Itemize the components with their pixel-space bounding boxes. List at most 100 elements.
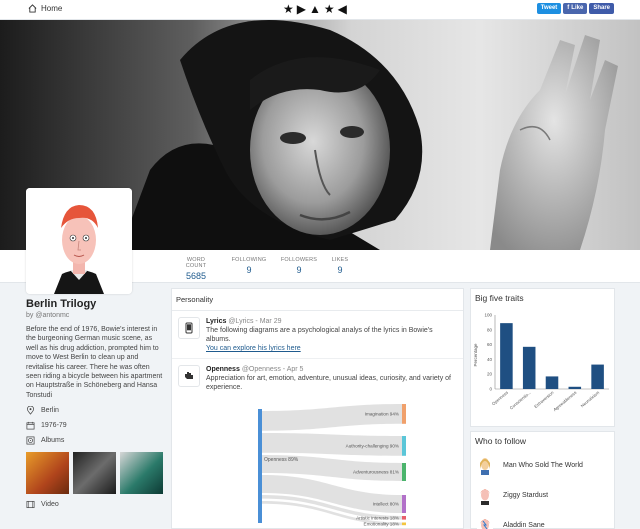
big-five-card: Big five traits Percentage 0 20 40 60 80 100 … [470, 288, 615, 427]
sankey-target-label: Emotionality 18% [364, 522, 400, 527]
feed-post[interactable]: Openness @Openness - Apr 5 Appreciation … [172, 359, 463, 397]
bowie-star-logo[interactable]: ★ ▶ ▲ ★ ◀ [283, 3, 347, 16]
phone-icon [178, 317, 200, 339]
sankey-target-label: Authority-challenging 90% [346, 444, 399, 449]
facebook-icon: f [567, 5, 570, 11]
sankey-target-node[interactable] [402, 463, 406, 481]
calendar-icon [26, 422, 35, 430]
share-label: Share [593, 5, 610, 11]
sankey-target-label: Adventurousness 81% [353, 470, 399, 475]
album-covers [26, 452, 164, 495]
big-five-title: Big five traits [475, 293, 524, 303]
chart-y-tick-label: 80 [487, 327, 493, 332]
album-cover[interactable] [120, 452, 163, 495]
chart-bar[interactable] [500, 323, 513, 389]
follow-name: Ziggy Stardust [503, 491, 549, 499]
chart-y-axis-label: Percentage [473, 343, 478, 367]
stat-label: LIKES [331, 257, 349, 263]
profile-bio: Before the end of 1976, Bowie's interest… [26, 326, 163, 399]
feed-post[interactable]: Lyrics @Lyrics - Mar 29 The following di… [172, 311, 463, 359]
chart-y-tick-label: 60 [487, 342, 493, 347]
sankey-target-label: Artistic interests 18% [356, 516, 399, 521]
location-pin-icon [26, 406, 35, 415]
stat-following[interactable]: FOLLOWING 9 [230, 257, 268, 275]
top-bar: Home ★ ▶ ▲ ★ ◀ Tweet f Like Share [0, 0, 640, 20]
post-handle: @Openness [241, 366, 281, 373]
chart-y-tick-label: 0 [489, 387, 492, 392]
video-section-header: Video [26, 500, 164, 509]
stat-followers[interactable]: FOLLOWERS 9 [280, 257, 318, 275]
follow-suggestion[interactable]: Ziggy Stardust [471, 480, 614, 510]
chart-y-tick-label: 40 [487, 357, 493, 362]
album-avatar [477, 515, 493, 529]
stat-label: FOLLOWING [231, 257, 267, 263]
sankey-target-node[interactable] [402, 516, 406, 520]
chart-bar[interactable] [545, 376, 559, 389]
stat-value: 5685 [185, 271, 207, 281]
avatar[interactable] [26, 188, 132, 294]
profile-sidebar: Berlin Trilogy by @antonmc Before the en… [26, 298, 164, 509]
album-avatar [477, 485, 493, 505]
openness-sankey-diagram: Openness 89% Imagination 94% Authority-ch… [258, 404, 406, 527]
star-icon: ▶ [296, 2, 306, 16]
post-body: Openness @Openness - Apr 5 Appreciation … [206, 365, 457, 392]
chart-bar[interactable] [591, 364, 604, 389]
film-icon [26, 501, 35, 509]
tweet-button[interactable]: Tweet [536, 3, 562, 14]
sankey-target-label: Imagination 94% [365, 412, 399, 417]
post-body: Lyrics @Lyrics - Mar 29 The following di… [206, 317, 457, 353]
album-disc-icon [26, 436, 35, 445]
stat-word-count[interactable]: WORD COUNT 5685 [176, 257, 216, 281]
sankey-target-node[interactable] [402, 404, 406, 424]
sankey-target-node[interactable] [402, 522, 406, 526]
follow-suggestion[interactable]: Man Who Sold The World [471, 450, 614, 480]
stat-value: 9 [337, 265, 343, 275]
album-cover[interactable] [73, 452, 116, 495]
profile-location: Berlin [26, 406, 164, 415]
post-text: The following diagrams are a psychologic… [206, 327, 433, 343]
star-icon: ★ [283, 2, 294, 16]
chart-bar[interactable] [522, 346, 536, 389]
album-avatar [477, 455, 493, 475]
post-date: Mar 29 [259, 318, 282, 325]
chart-x-tick-label: Openness [491, 390, 509, 406]
chart-x-tick-label: Neuroticism [580, 390, 601, 409]
share-buttons: Tweet f Like Share [536, 3, 614, 14]
sankey-target-label: Intellect 80% [373, 502, 399, 507]
sankey-target-node[interactable] [402, 495, 406, 513]
post-author[interactable]: Lyrics [206, 318, 226, 325]
sankey-flow [262, 404, 402, 431]
stat-likes[interactable]: LIKES 9 [328, 257, 352, 275]
home-icon [28, 4, 37, 13]
stat-label: WORD COUNT [185, 257, 207, 269]
album-cover[interactable] [26, 452, 69, 495]
sankey-target-node[interactable] [402, 436, 406, 456]
stat-label: FOLLOWERS [280, 257, 318, 263]
follow-suggestion[interactable]: Aladdin Sane [471, 510, 614, 529]
albums-label: Albums [41, 437, 65, 445]
follow-name: Man Who Sold The World [503, 461, 583, 469]
share-button[interactable]: Share [589, 3, 614, 14]
facebook-like-button[interactable]: f Like [563, 3, 588, 14]
stat-value: 9 [246, 265, 252, 275]
post-text: Appreciation for art, emotion, adventure… [206, 375, 452, 391]
chart-bar[interactable] [568, 386, 582, 389]
big-five-bar-chart: Percentage 0 20 40 60 80 100 Openness Conscien… [473, 313, 609, 412]
post-author[interactable]: Openness [206, 366, 240, 373]
star-icon: ◀ [337, 2, 347, 16]
personality-feed: Personality Lyrics @Lyrics - Mar 29 The … [171, 288, 464, 529]
chart-x-tick-label: Conscientio... [509, 390, 532, 411]
sankey-source-label: Openness 89% [264, 457, 299, 463]
albums-section-header: Albums [26, 436, 164, 445]
profile-dates: 1976-79 [26, 421, 164, 430]
profile-handle[interactable]: by @antonmc [26, 312, 164, 319]
hand-icon [178, 365, 200, 387]
lyrics-link[interactable]: You can explore his lyrics here [206, 345, 301, 352]
who-to-follow-title: Who to follow [475, 436, 527, 446]
like-label: Like [571, 5, 584, 11]
location-text: Berlin [41, 407, 59, 415]
home-link[interactable]: Home [28, 4, 62, 13]
tweet-label: Tweet [540, 5, 558, 11]
stat-value: 9 [296, 265, 302, 275]
video-label: Video [41, 501, 59, 509]
